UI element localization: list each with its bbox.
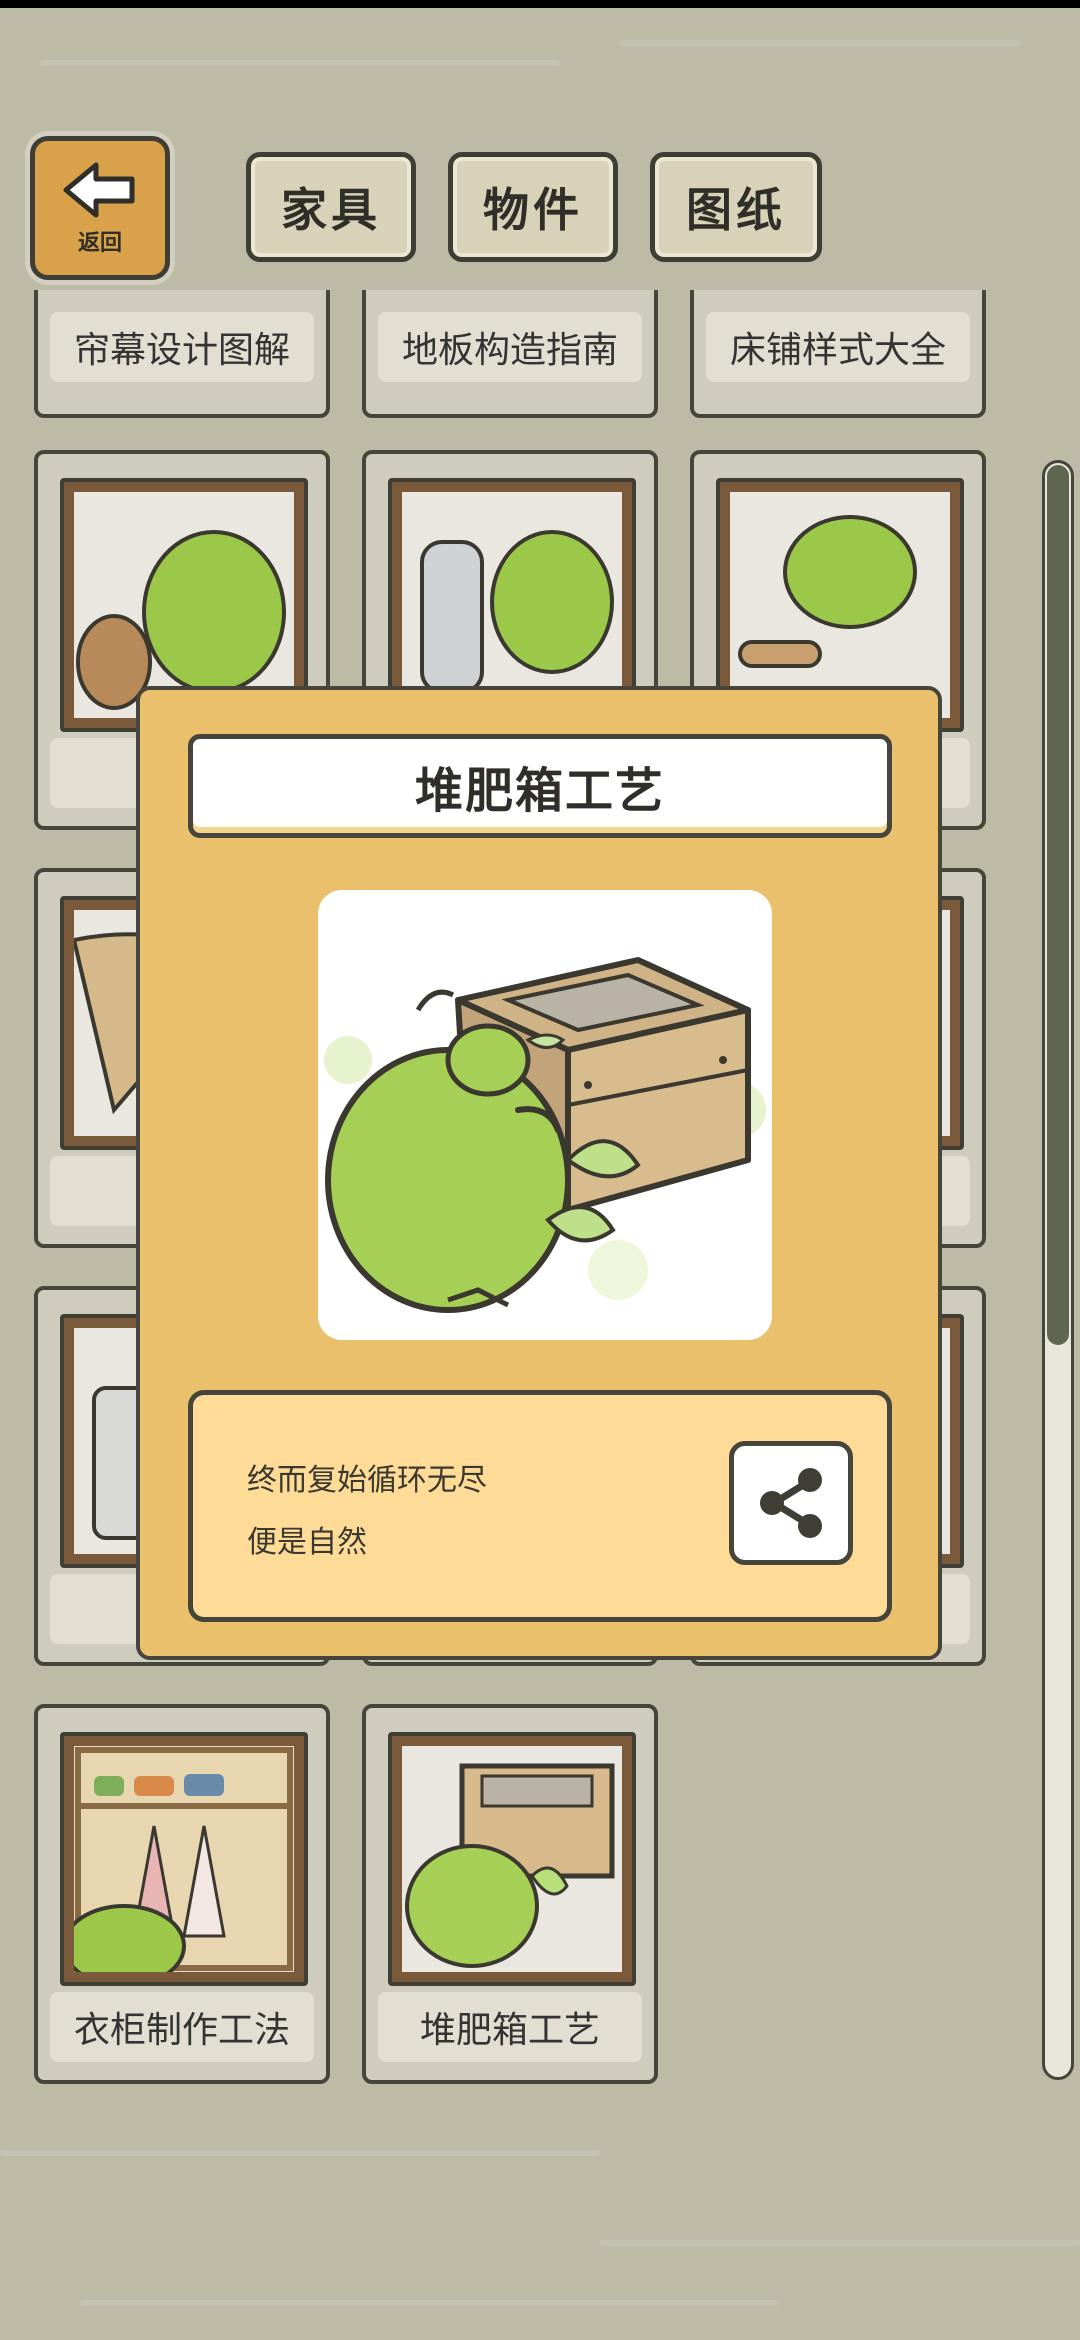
blueprint-card[interactable]: 堆肥箱工艺 bbox=[362, 1704, 658, 2084]
compost-frog-illustration bbox=[324, 957, 766, 1313]
frog-illustration bbox=[76, 530, 286, 710]
wood-grain bbox=[80, 2300, 780, 2306]
blueprint-card[interactable]: 床铺样式大全 bbox=[690, 290, 986, 418]
wood-grain bbox=[0, 2150, 600, 2156]
blueprint-card[interactable]: 地板构造指南 bbox=[362, 290, 658, 418]
card-label: 地板构造指南 bbox=[378, 312, 642, 382]
share-icon bbox=[760, 1468, 822, 1538]
back-button[interactable]: 返回 bbox=[30, 136, 170, 280]
description-line: 终而复始循环无尽 bbox=[247, 1463, 487, 1498]
description-line: 便是自然 bbox=[247, 1525, 367, 1560]
card-label: 堆肥箱工艺 bbox=[378, 1992, 642, 2062]
scrollbar[interactable] bbox=[1042, 460, 1074, 2080]
back-arrow-icon bbox=[63, 162, 135, 218]
card-label: 衣柜制作工法 bbox=[50, 1992, 314, 2062]
scrollbar-thumb[interactable] bbox=[1047, 465, 1069, 1345]
frog-illustration bbox=[738, 515, 917, 668]
blueprint-artwork bbox=[318, 890, 772, 1340]
back-label: 返回 bbox=[77, 231, 122, 256]
dialog-title: 堆肥箱工艺 bbox=[188, 734, 892, 838]
status-bar bbox=[0, 0, 1080, 8]
blueprint-detail-dialog: 堆肥箱工艺 终而复始循环无尽 便是自然 bbox=[136, 686, 942, 1660]
tab-blueprints[interactable]: 图纸 bbox=[650, 152, 822, 262]
card-label: 帘幕设计图解 bbox=[50, 312, 314, 382]
tab-items[interactable]: 物件 bbox=[448, 152, 618, 262]
blueprint-card[interactable]: 帘幕设计图解 bbox=[34, 290, 330, 418]
frog-illustration bbox=[420, 530, 614, 694]
card-picture bbox=[388, 1732, 636, 1986]
compost-illustration bbox=[405, 1763, 615, 1968]
dialog-description-box: 终而复始循环无尽 便是自然 bbox=[188, 1390, 892, 1622]
blueprint-card[interactable]: 衣柜制作工法 bbox=[34, 1704, 330, 2084]
wardrobe-illustration bbox=[74, 1747, 293, 1972]
card-label: 床铺样式大全 bbox=[706, 312, 970, 382]
wood-grain bbox=[620, 40, 1020, 46]
wood-grain bbox=[40, 60, 560, 66]
share-button[interactable] bbox=[729, 1441, 853, 1565]
card-picture bbox=[60, 1732, 308, 1986]
wood-grain bbox=[600, 2240, 1080, 2246]
tab-furniture[interactable]: 家具 bbox=[246, 152, 416, 262]
